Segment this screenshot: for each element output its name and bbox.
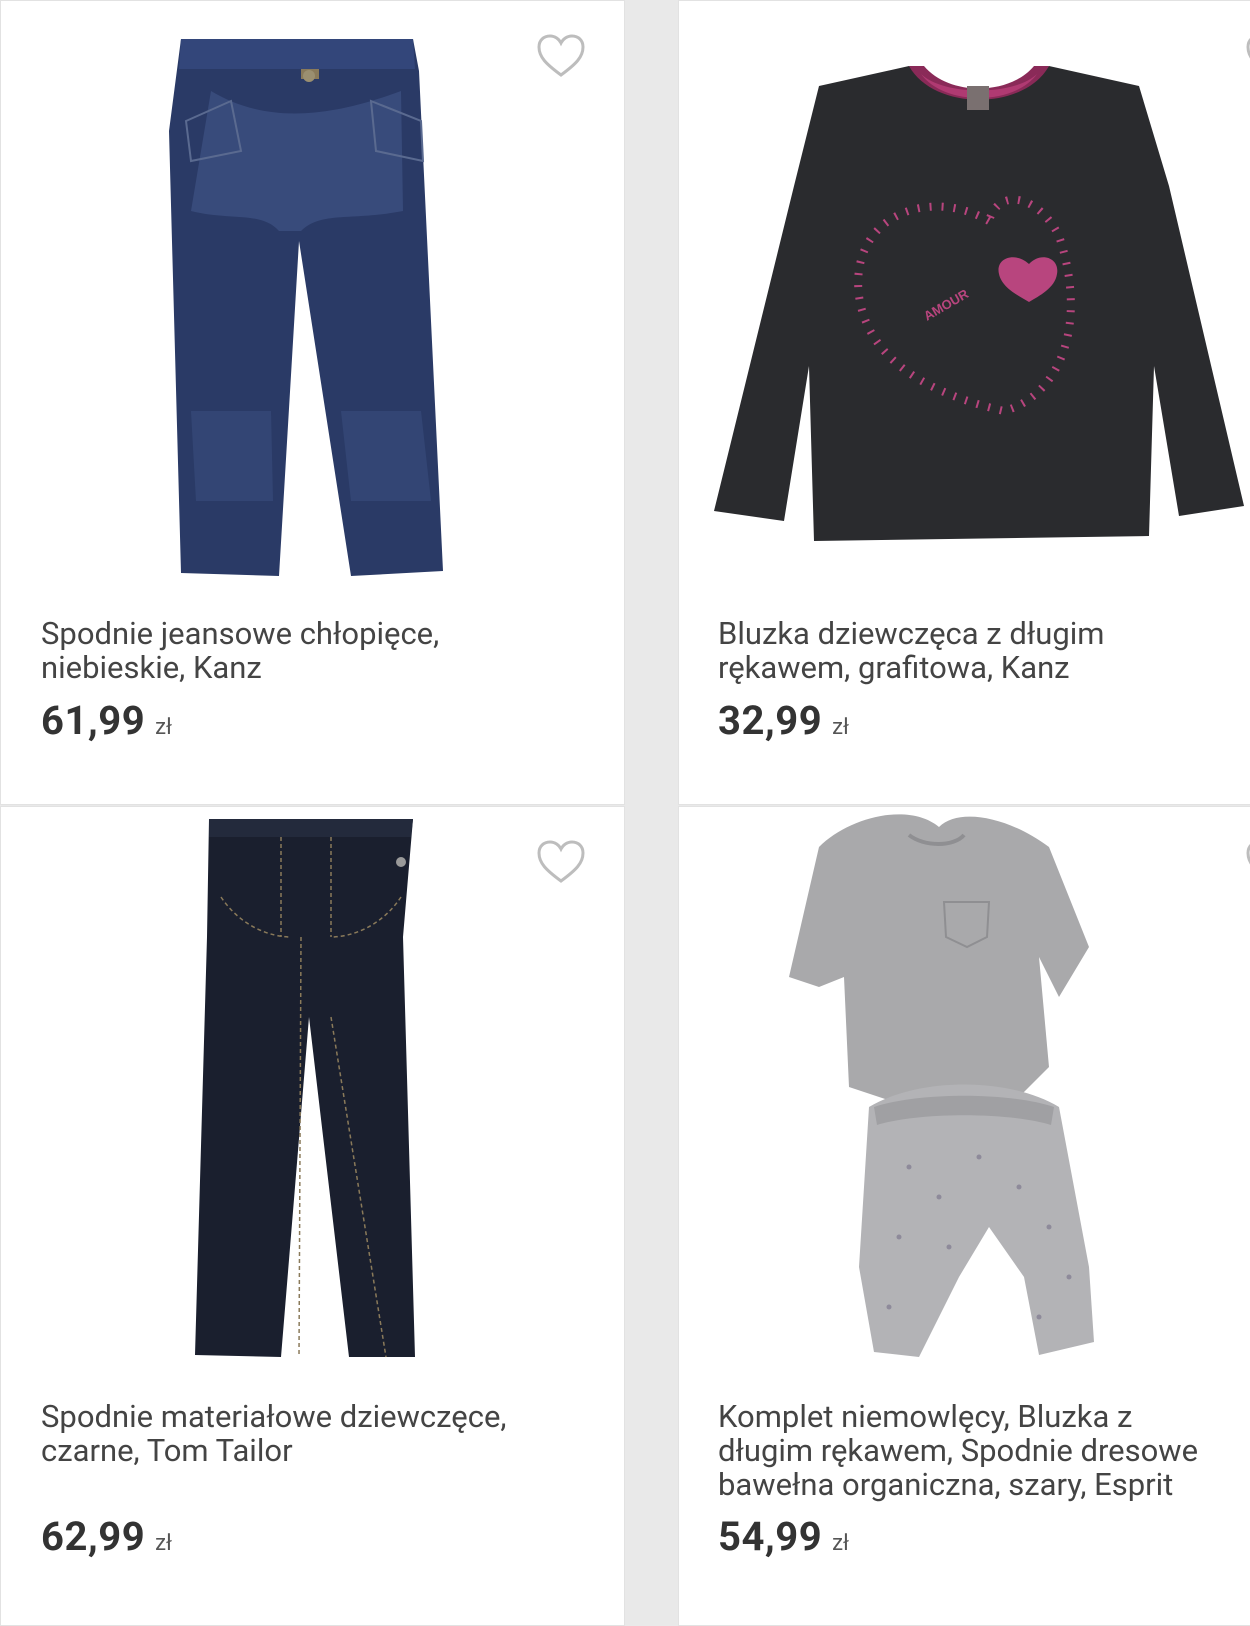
baby-set-image[interactable] bbox=[789, 807, 1109, 1367]
price-amount: 54,99 bbox=[718, 1513, 823, 1560]
price-currency: zł bbox=[155, 1531, 173, 1556]
product-price: 54,99 zł bbox=[718, 1513, 849, 1560]
product-title[interactable]: Bluzka dziewczęca z długim rękawem, graf… bbox=[718, 617, 1250, 685]
product-price: 62,99 zł bbox=[41, 1513, 172, 1560]
blouse-image[interactable]: AMOUR bbox=[699, 66, 1250, 556]
jeans-image[interactable] bbox=[151, 31, 451, 591]
product-price: 61,99 zł bbox=[41, 697, 172, 744]
product-title[interactable]: Komplet niemowlęcy, Bluzka z długim ręka… bbox=[718, 1400, 1250, 1502]
trousers-image[interactable] bbox=[181, 817, 441, 1362]
product-price: 32,99 zł bbox=[718, 697, 849, 744]
product-card[interactable]: AMOUR Bluzka dziewczęca z długim rękawem… bbox=[678, 0, 1250, 805]
product-title[interactable]: Spodnie materiałowe dziewczęce, czarne, … bbox=[41, 1400, 621, 1468]
price-currency: zł bbox=[832, 715, 850, 740]
product-title[interactable]: Spodnie jeansowe chłopięce, niebieskie, … bbox=[41, 617, 621, 685]
price-amount: 32,99 bbox=[718, 697, 823, 744]
heart-icon[interactable] bbox=[536, 839, 586, 885]
price-currency: zł bbox=[155, 715, 173, 740]
price-amount: 62,99 bbox=[41, 1513, 146, 1560]
price-currency: zł bbox=[832, 1531, 850, 1556]
price-amount: 61,99 bbox=[41, 697, 146, 744]
heart-icon[interactable] bbox=[1245, 839, 1250, 885]
product-card[interactable]: Spodnie materiałowe dziewczęce, czarne, … bbox=[0, 806, 625, 1626]
product-card[interactable]: Spodnie jeansowe chłopięce, niebieskie, … bbox=[0, 0, 625, 805]
product-card[interactable]: Komplet niemowlęcy, Bluzka z długim ręka… bbox=[678, 806, 1250, 1626]
heart-icon[interactable] bbox=[536, 33, 586, 79]
